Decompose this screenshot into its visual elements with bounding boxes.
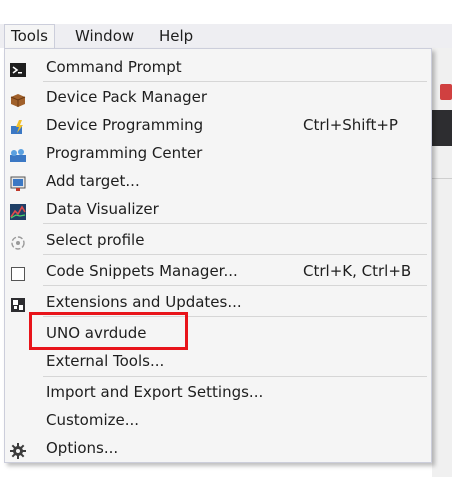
menu-item-external-tools[interactable]: External Tools... — [35, 347, 431, 375]
menu-window[interactable]: Window — [69, 24, 140, 48]
menu-item-label: Code Snippets Manager... — [46, 262, 238, 280]
command-prompt-icon — [10, 59, 26, 77]
background-toolbar-icon — [440, 84, 452, 100]
highlight-annotation-box — [29, 312, 188, 350]
background-editor-tab — [432, 110, 452, 146]
menu-item-shortcut: Ctrl+K, Ctrl+B — [303, 262, 412, 280]
menu-item-import-export-settings[interactable]: Import and Export Settings... — [35, 378, 431, 406]
menu-item-label: Device Pack Manager — [46, 88, 208, 106]
menu-item-select-profile[interactable]: Select profile — [11, 226, 431, 254]
menu-item-customize[interactable]: Customize... — [35, 406, 431, 434]
device-programming-icon — [10, 117, 26, 134]
background-divider — [432, 178, 452, 179]
menu-item-label: External Tools... — [46, 352, 165, 370]
menu-help[interactable]: Help — [153, 24, 199, 48]
menu-item-data-visualizer[interactable]: Data Visualizer — [10, 195, 431, 223]
menu-item-shortcut: Ctrl+Shift+P — [303, 116, 398, 134]
menu-item-label: Select profile — [46, 231, 145, 249]
menu-item-label: Options... — [46, 439, 119, 457]
code-snippets-icon — [10, 263, 26, 281]
menu-icon-gutter — [5, 49, 35, 462]
extensions-icon — [10, 294, 26, 312]
menu-tools[interactable]: Tools — [4, 24, 55, 50]
menu-item-command-prompt[interactable]: Command Prompt — [10, 53, 431, 81]
programming-center-icon — [10, 145, 26, 162]
menu-item-add-target[interactable]: Add target... — [10, 167, 431, 195]
package-icon — [10, 89, 26, 107]
menu-item-label: Programming Center — [46, 144, 203, 162]
menu-item-device-programming[interactable]: Device Programming Ctrl+Shift+P — [11, 111, 431, 139]
tools-dropdown-menu: Command Prompt Device Pack Manager Devic… — [4, 48, 432, 463]
menu-item-label: Device Programming — [46, 116, 204, 134]
menu-separator — [43, 223, 427, 224]
add-target-icon — [10, 173, 26, 191]
menu-item-label: Data Visualizer — [46, 200, 159, 218]
profile-icon — [10, 232, 26, 250]
gear-icon — [10, 440, 26, 459]
menu-item-label: Customize... — [46, 411, 140, 429]
menu-item-label: Command Prompt — [46, 58, 182, 76]
data-visualizer-icon — [10, 201, 26, 220]
menu-item-device-pack-manager[interactable]: Device Pack Manager — [10, 83, 431, 111]
menu-separator — [43, 81, 427, 82]
menu-separator — [43, 285, 427, 286]
menu-item-programming-center[interactable]: Programming Center — [10, 139, 431, 167]
menu-item-label: Import and Export Settings... — [46, 383, 264, 401]
menu-separator — [43, 254, 427, 255]
menu-bar: Tools Window Help — [0, 24, 452, 50]
menu-item-label: Add target... — [46, 172, 140, 190]
menu-item-options[interactable]: Options... — [10, 434, 431, 462]
menu-separator — [43, 376, 427, 377]
menu-item-code-snippets-manager[interactable]: Code Snippets Manager... Ctrl+K, Ctrl+B — [11, 257, 431, 285]
